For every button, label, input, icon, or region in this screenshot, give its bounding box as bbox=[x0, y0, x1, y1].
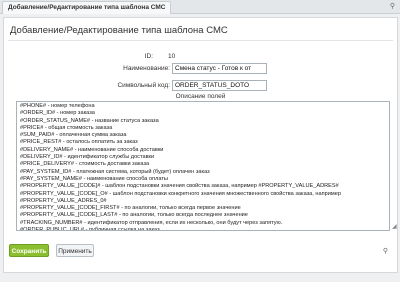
id-label: ID: bbox=[144, 53, 153, 60]
description-textarea[interactable]: #PHONE# - номер телефона #ORDER_ID# - ном… bbox=[16, 101, 390, 231]
description-line: #PHONE# - номер телефона bbox=[20, 103, 95, 109]
description-line: #DELIVERY_NAME# - наименование способа д… bbox=[20, 146, 164, 153]
description-line: #PROPERTY_VALUE_[CODE]_FIRST# - по анало… bbox=[20, 205, 241, 212]
admin-frame: Добавление/Редактирование типа шаблона С… bbox=[0, 0, 400, 282]
name-input[interactable] bbox=[172, 63, 267, 74]
page-title: Добавление/Редактирование типа шаблона С… bbox=[10, 25, 228, 36]
description-line: #PAY_SYSTEM_ID# - платежная система, кот… bbox=[20, 168, 210, 175]
description-line: #SUM_PAID# - оплаченная сумма заказа bbox=[20, 132, 127, 139]
tab-edit-sms-template-type[interactable]: Добавление/Редактирование типа шаблона С… bbox=[2, 1, 172, 14]
save-button[interactable]: Сохранить bbox=[9, 244, 49, 257]
pin-icon[interactable]: ⚲ bbox=[383, 247, 388, 255]
description-line: #PRICE# - общая стоимость заказа bbox=[20, 124, 113, 131]
description-line: #DELIVERY_ID# - идентификатор службы дос… bbox=[20, 154, 155, 161]
description-line: #PROPERTY_VALUE_[CODE]_LAST# - по аналог… bbox=[20, 212, 248, 219]
form-panel: Добавление/Редактирование типа шаблона С… bbox=[3, 17, 398, 273]
description-line: #ORDER_ID# - номер заказа bbox=[20, 110, 95, 117]
description-line: #PRICE_REST# - осталось оплатить за зака… bbox=[20, 139, 138, 146]
name-label: Наименование: bbox=[123, 65, 170, 72]
resize-grip-icon[interactable]: ◢ bbox=[392, 223, 397, 230]
id-value: 10 bbox=[168, 53, 176, 60]
description-line: #PROPERTY_VALUE_[CODE]# - шаблон подстан… bbox=[20, 183, 339, 190]
pin-icon[interactable]: ⚲ bbox=[390, 2, 395, 10]
code-input[interactable] bbox=[172, 80, 267, 91]
title-divider bbox=[8, 40, 393, 41]
description-line: #PROPERTY_VALUE_ADRES_0# bbox=[20, 197, 107, 204]
description-line: #ORDER_PUBLIC_URL# - публичная ссылка на… bbox=[20, 227, 160, 231]
code-label: Символьный код: bbox=[117, 82, 170, 89]
description-line: #PRICE_DELIVERY# - стоимость доставки за… bbox=[20, 161, 150, 168]
description-line: #ORDER_STATUS_NAME# - название статуса з… bbox=[20, 117, 159, 124]
description-label: Описание полей bbox=[175, 93, 226, 100]
description-line: #TRACKING_NUMBER# - идентификатор отправ… bbox=[20, 219, 283, 226]
tab-strip: Добавление/Редактирование типа шаблона С… bbox=[0, 0, 400, 14]
description-line: #PROPERTY_VALUE_[CODE]_O# - шаблон подст… bbox=[20, 190, 341, 197]
apply-button[interactable]: Применить bbox=[56, 244, 94, 257]
